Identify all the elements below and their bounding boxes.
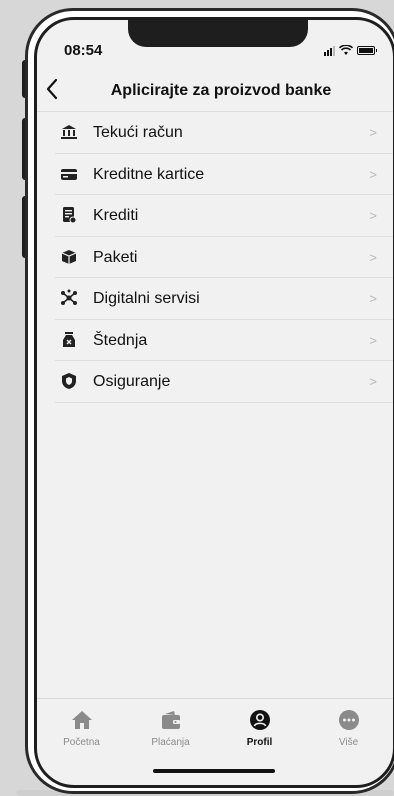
list-item-osiguranje[interactable]: Osiguranje >: [55, 361, 393, 403]
screen: 08:54 Aplicirajte za proizvod banke Teku…: [0, 0, 394, 796]
chevron-right-icon: >: [369, 332, 377, 348]
chevron-right-icon: >: [369, 249, 377, 265]
page-title: Aplicirajte za proizvod banke: [110, 82, 332, 99]
list-item-krediti[interactable]: Krediti >: [55, 195, 393, 237]
list-item-label: Kreditne kartice: [93, 165, 205, 183]
tab-placanja[interactable]: Plaćanja: [126, 699, 215, 758]
status-icons: [324, 45, 377, 56]
chevron-right-icon: >: [369, 374, 377, 389]
tab-label: Profil: [246, 737, 273, 748]
loan-document-icon: [63, 207, 77, 224]
more-icon: [338, 710, 359, 730]
product-list: Tekući račun > Kreditne kartice > Kredit…: [55, 112, 393, 403]
wifi-icon: [339, 45, 353, 55]
wallet-icon: [161, 711, 180, 729]
tab-vise[interactable]: Više: [304, 699, 393, 758]
battery-icon: [357, 46, 377, 55]
chevron-right-icon: >: [369, 166, 377, 182]
signal-icon: [324, 45, 335, 56]
chevron-right-icon: >: [369, 208, 377, 223]
tab-profil[interactable]: Profil: [215, 699, 304, 758]
list-item-kreditne-kartice[interactable]: Kreditne kartice >: [55, 154, 393, 195]
tab-pocetna[interactable]: Početna: [37, 699, 126, 758]
list-item-paketi[interactable]: Paketi >: [55, 237, 393, 278]
bottom-tab-bar: Početna Plaćanja Profil Više: [37, 698, 393, 758]
navigation-header: Aplicirajte za proizvod banke: [37, 72, 393, 112]
home-indicator[interactable]: [153, 769, 275, 773]
list-item-label: Digitalni servisi: [93, 290, 200, 307]
list-item-label: Tekući račun: [93, 124, 183, 141]
money-bag-icon: [63, 331, 75, 347]
tab-label: Više: [338, 737, 359, 748]
chevron-right-icon: >: [369, 291, 377, 306]
list-item-digitalni-servisi[interactable]: Digitalni servisi >: [55, 278, 393, 320]
tab-label: Plaćanja: [151, 737, 190, 748]
phone-screen: 08:54 Aplicirajte za proizvod banke Teku…: [34, 17, 394, 788]
list-item-label: Osiguranje: [93, 373, 171, 390]
package-icon: [61, 249, 77, 264]
shield-icon: [62, 373, 76, 389]
status-bar: 08:54: [37, 42, 393, 62]
tab-label: Početna: [63, 737, 100, 748]
list-item-stednja[interactable]: Štednja >: [55, 320, 393, 361]
bank-icon: [61, 125, 77, 139]
list-item-label: Štednja: [93, 331, 148, 349]
home-icon: [71, 711, 92, 729]
status-time: 08:54: [64, 42, 103, 59]
digital-network-icon: [61, 289, 77, 305]
chevron-right-icon: >: [369, 125, 377, 140]
list-item-tekuci-racun[interactable]: Tekući račun >: [55, 112, 393, 154]
user-icon: [249, 710, 270, 730]
credit-card-icon: [61, 168, 77, 180]
list-item-label: Paketi: [93, 248, 138, 266]
list-item-label: Krediti: [93, 207, 139, 224]
